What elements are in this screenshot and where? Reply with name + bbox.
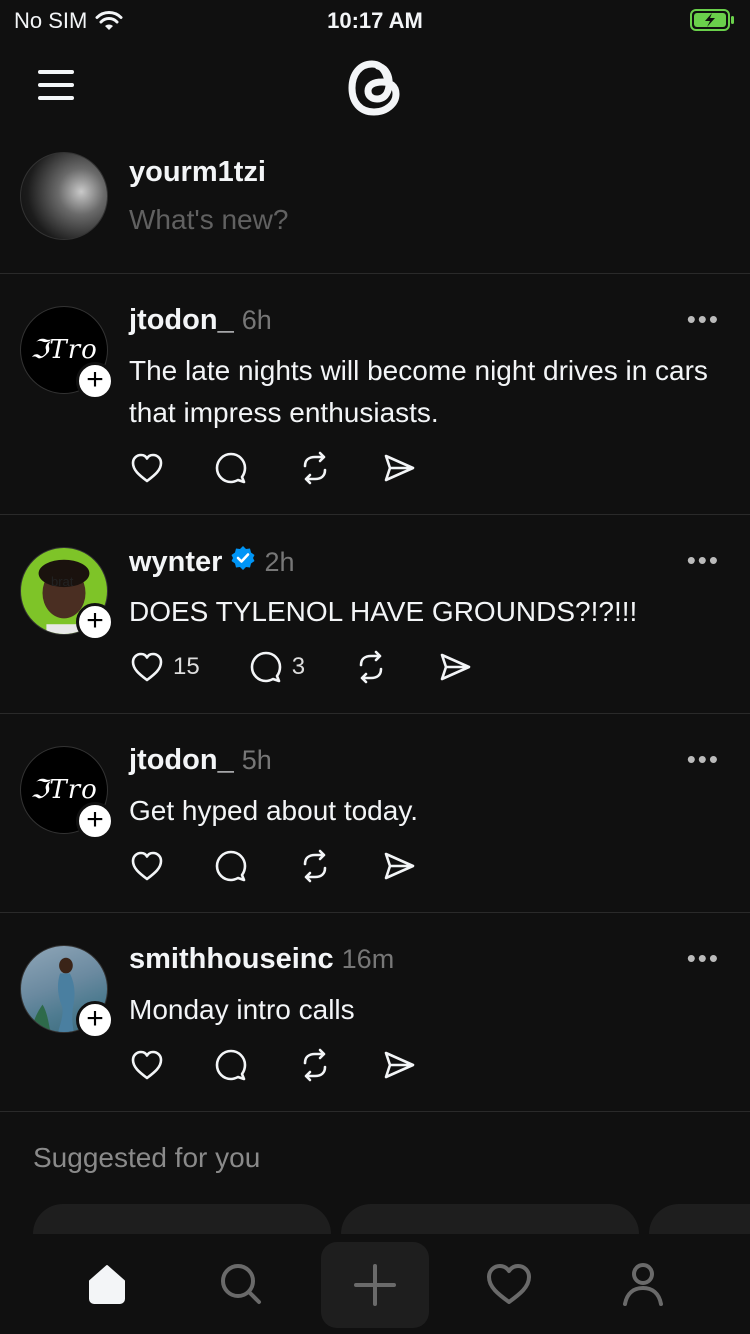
like-button[interactable]: 15 [129,649,200,685]
suggested-section: Suggested for you [0,1112,750,1234]
post[interactable]: ℑTro + jtodon_ 6h ••• The late nights wi… [0,274,750,515]
like-button[interactable] [129,1047,165,1083]
send-icon [440,653,471,681]
post-username[interactable]: smithhouseinc [129,943,334,976]
post[interactable]: + smithhouseinc 16m ••• Monday intro cal… [0,913,750,1112]
reply-button[interactable] [213,450,249,486]
comment-icon [215,850,247,882]
comment-icon [215,1049,247,1081]
share-button[interactable] [437,649,473,685]
reply-button[interactable] [213,1047,249,1083]
follow-plus-icon[interactable]: + [76,802,114,840]
suggested-card[interactable] [33,1204,331,1234]
new-thread-composer[interactable]: yourm1tzi What's new? [0,132,750,274]
header [0,42,750,132]
share-button[interactable] [381,1047,417,1083]
post-actions: 15 3 [129,649,521,685]
bottom-tab-bar [0,1234,750,1334]
post-time: 16m [341,944,395,974]
battery-icon [690,8,736,37]
status-bar: No SIM 10:17 AM [0,0,750,42]
heart-icon [131,851,163,881]
like-button[interactable] [129,848,165,884]
post-username[interactable]: jtodon_ [129,744,234,777]
avatar-text: ℑTro [30,335,98,365]
more-options-icon[interactable]: ••• [687,744,720,775]
post-actions [129,1047,465,1083]
composer-username: yourm1tzi [129,156,266,188]
reply-button[interactable] [213,848,249,884]
verified-badge-icon [231,546,255,570]
repost-icon [303,451,327,485]
plus-icon [354,1264,396,1306]
share-button[interactable] [381,848,417,884]
send-icon [384,1051,415,1079]
send-icon [384,852,415,880]
heart-icon [131,1050,163,1080]
suggested-card[interactable] [341,1204,639,1234]
send-icon [384,454,415,482]
suggested-card[interactable] [649,1204,750,1234]
follow-plus-icon[interactable]: + [76,1001,114,1039]
post-text: The late nights will become night drives… [129,355,708,428]
more-options-icon[interactable]: ••• [687,304,720,335]
like-button[interactable] [129,450,165,486]
post-time: 6h [241,305,272,335]
avatar-text: ℑTro [30,775,98,805]
suggested-title: Suggested for you [33,1142,261,1173]
threads-logo[interactable] [342,52,408,122]
profile-icon [623,1263,663,1306]
follow-plus-icon[interactable]: + [76,362,114,400]
heart-icon [487,1264,531,1304]
comment-icon [215,452,247,484]
clock: 10:17 AM [327,8,423,33]
repost-button[interactable] [297,450,333,486]
post-actions [129,450,465,486]
tab-profile[interactable] [613,1254,673,1314]
post-time: 2h [264,547,295,577]
avatar[interactable] [20,152,108,240]
post-username[interactable]: jtodon_ [129,304,234,337]
like-count: 15 [173,653,200,680]
share-button[interactable] [381,450,417,486]
repost-button[interactable] [353,649,389,685]
home-icon [89,1265,125,1304]
reply-count: 3 [291,653,306,680]
repost-icon [303,1048,327,1082]
post-text: Monday intro calls [129,994,355,1025]
post[interactable]: ℑTro + jtodon_ 5h ••• Get hyped about to… [0,714,750,913]
composer-placeholder[interactable]: What's new? [129,204,288,236]
tab-activity[interactable] [479,1254,539,1314]
tab-new-thread[interactable] [321,1242,429,1328]
heart-icon [131,453,163,483]
post-time: 5h [241,745,272,775]
more-options-icon[interactable]: ••• [687,545,720,576]
repost-icon [359,650,383,684]
search-icon [221,1264,261,1304]
post[interactable]: + brat wynter 2h ••• DOES TYLENOL HAVE G… [0,515,750,714]
repost-icon [303,849,327,883]
comment-icon [250,651,282,683]
repost-button[interactable] [297,848,333,884]
post-text: Get hyped about today. [129,795,419,826]
heart-icon [131,652,163,682]
post-text: DOES TYLENOL HAVE GROUNDS?!?!!! [129,596,638,627]
post-actions [129,848,465,884]
tab-search[interactable] [211,1254,271,1314]
tab-home[interactable] [77,1254,137,1314]
post-username[interactable]: wynter [129,546,222,579]
more-options-icon[interactable]: ••• [687,943,720,974]
repost-button[interactable] [297,1047,333,1083]
follow-plus-icon[interactable]: + [76,603,114,641]
menu-icon[interactable] [38,70,74,100]
avatar-text: brat [51,574,74,589]
reply-button[interactable]: 3 [248,649,305,685]
